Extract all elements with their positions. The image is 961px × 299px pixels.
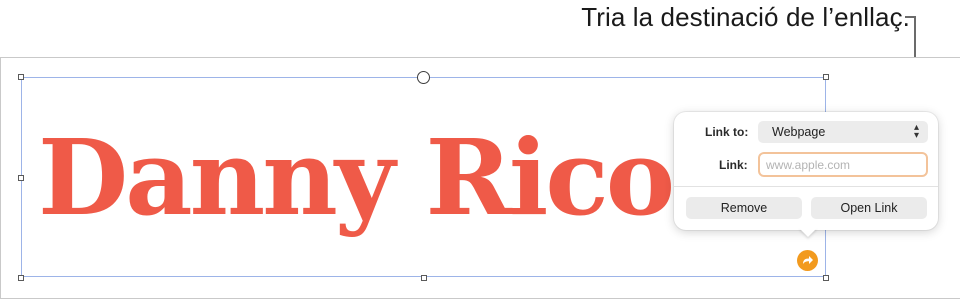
link-popover: Link to: Webpage ▴ ▾ Link: www.apple.com … bbox=[674, 112, 938, 230]
arrow-curve-icon bbox=[803, 256, 813, 264]
link-to-value: Webpage bbox=[772, 125, 826, 139]
open-link-button[interactable]: Open Link bbox=[811, 197, 927, 219]
link-to-select[interactable]: Webpage ▴ ▾ bbox=[758, 121, 928, 143]
rotate-handle[interactable] bbox=[417, 71, 430, 84]
up-down-chevron-icon: ▴ ▾ bbox=[913, 122, 919, 141]
remove-button[interactable]: Remove bbox=[686, 197, 802, 219]
callout-text: Tria la destinació de l’enllaç. bbox=[581, 2, 910, 32]
popover-arrow bbox=[799, 228, 817, 237]
text-box-content[interactable]: Danny Rico bbox=[38, 118, 675, 258]
popover-divider bbox=[674, 186, 938, 187]
resize-handle-top-right[interactable] bbox=[823, 74, 829, 80]
resize-handle-bottom-right[interactable] bbox=[823, 275, 829, 281]
link-label: Link: bbox=[719, 158, 748, 172]
link-to-label: Link to: bbox=[705, 125, 749, 139]
link-badge[interactable] bbox=[797, 250, 818, 271]
resize-handle-top-left[interactable] bbox=[18, 74, 24, 80]
link-url-field[interactable]: www.apple.com bbox=[758, 152, 928, 177]
resize-handle-bottom[interactable] bbox=[421, 275, 427, 281]
resize-handle-left[interactable] bbox=[18, 175, 24, 181]
resize-handle-bottom-left[interactable] bbox=[18, 275, 24, 281]
